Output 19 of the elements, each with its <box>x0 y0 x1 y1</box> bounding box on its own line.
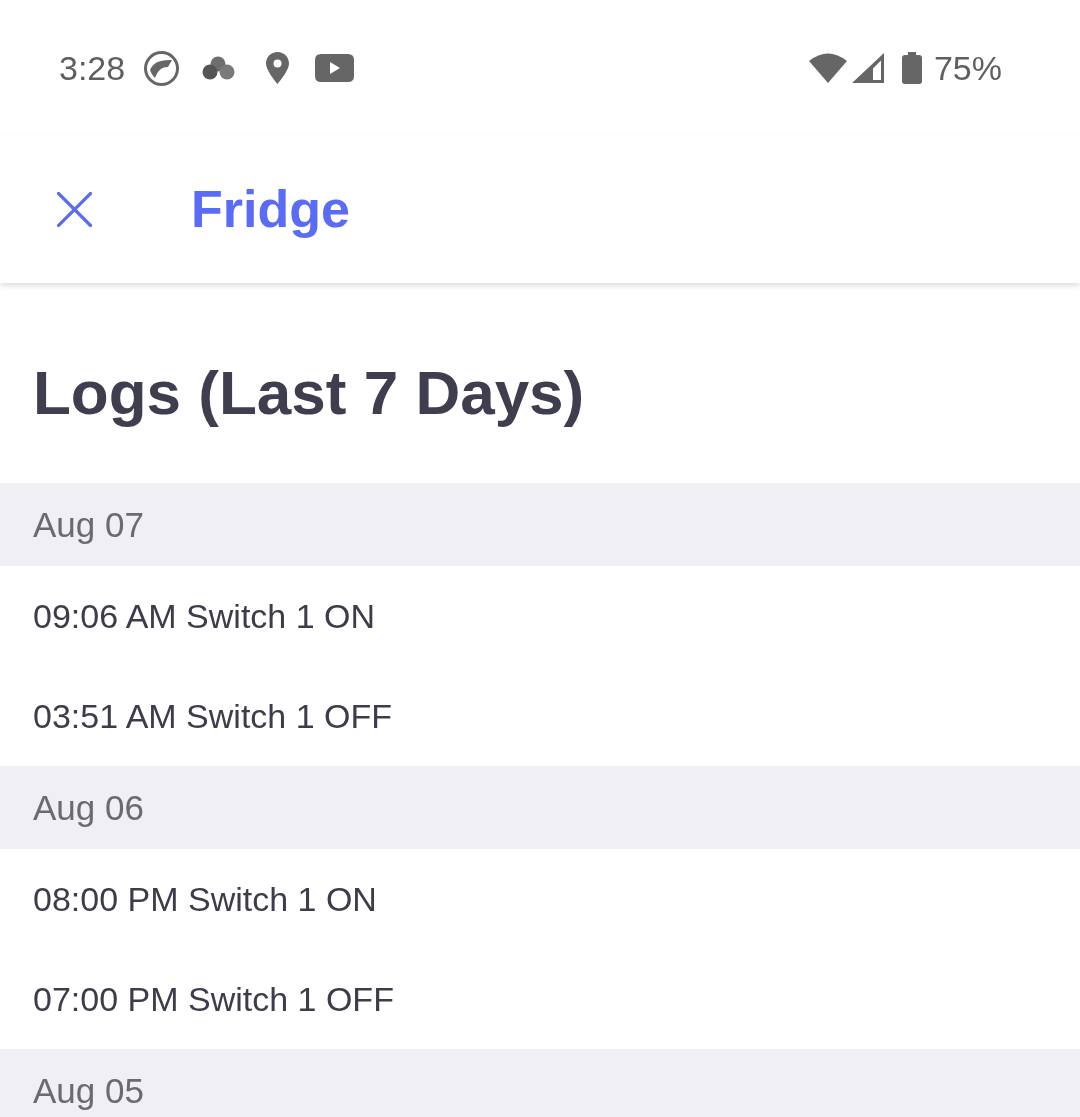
date-header: Aug 07 <box>0 483 1080 567</box>
close-icon <box>57 192 92 227</box>
wifi-icon <box>808 53 847 83</box>
battery-icon <box>901 52 922 84</box>
close-button[interactable] <box>57 192 92 227</box>
circles-icon <box>202 56 236 80</box>
battery-percent: 75% <box>933 51 1002 85</box>
play-icon <box>315 54 355 82</box>
date-header: Aug 05 <box>0 1049 1080 1117</box>
log-entry: 07:00 PM Switch 1 OFF <box>32 978 395 1020</box>
date-header: Aug 06 <box>0 766 1080 850</box>
log-entry: 03:51 AM Switch 1 OFF <box>32 695 394 737</box>
log-entry: 09:06 AM Switch 1 ON <box>32 595 377 637</box>
location-pin-icon <box>266 52 290 84</box>
screen-title: Fridge <box>191 179 350 241</box>
signal-icon <box>851 53 884 83</box>
page-heading: Logs (Last 7 Days) <box>32 357 586 429</box>
status-time: 3:28 <box>59 51 126 85</box>
log-entry: 08:00 PM Switch 1 ON <box>32 878 378 920</box>
